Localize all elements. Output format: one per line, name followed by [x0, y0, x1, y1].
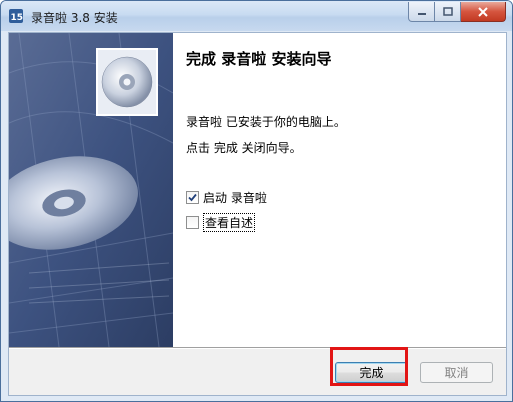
close-button[interactable] [461, 2, 506, 22]
installer-window: 15 录音啦 3.8 安装 完成 录音啦 安装向导 录音啦 已安装于你的电脑上。… [0, 0, 513, 402]
minimize-icon [417, 12, 426, 15]
maximize-icon [442, 6, 453, 16]
readme-label: 查看自述 [203, 213, 256, 232]
footer-divider [9, 347, 506, 349]
wizard-content: 完成 录音啦 安装向导 录音啦 已安装于你的电脑上。 点击 完成 关闭向导。 启… [173, 33, 506, 347]
caption-buttons [408, 2, 506, 22]
app-icon: 15 [9, 9, 24, 23]
banner-image [9, 33, 173, 347]
launch-checkbox[interactable] [186, 191, 199, 204]
launch-option[interactable]: 启动 录音啦 [186, 189, 267, 206]
cancel-button[interactable]: 取消 [420, 362, 493, 383]
page-title: 完成 录音啦 安装向导 [186, 50, 332, 68]
instruction-message: 点击 完成 关闭向导。 [186, 141, 302, 155]
svg-text:15: 15 [11, 13, 24, 23]
readme-option[interactable]: 查看自述 [186, 213, 256, 232]
readme-checkbox[interactable] [186, 216, 199, 229]
window-title: 录音啦 3.8 安装 [31, 11, 118, 25]
maximize-button[interactable] [435, 2, 461, 22]
installed-message: 录音啦 已安装于你的电脑上。 [186, 115, 346, 129]
wizard-client-area: 完成 录音啦 安装向导 录音啦 已安装于你的电脑上。 点击 完成 关闭向导。 启… [8, 32, 507, 396]
title-bar[interactable]: 15 录音啦 3.8 安装 [1, 1, 512, 31]
launch-label: 启动 录音啦 [203, 191, 267, 205]
checkmark-icon [188, 193, 197, 202]
minimize-button[interactable] [408, 2, 435, 22]
close-icon [478, 6, 488, 17]
finish-highlight-box [330, 347, 408, 386]
wizard-banner [9, 33, 173, 347]
